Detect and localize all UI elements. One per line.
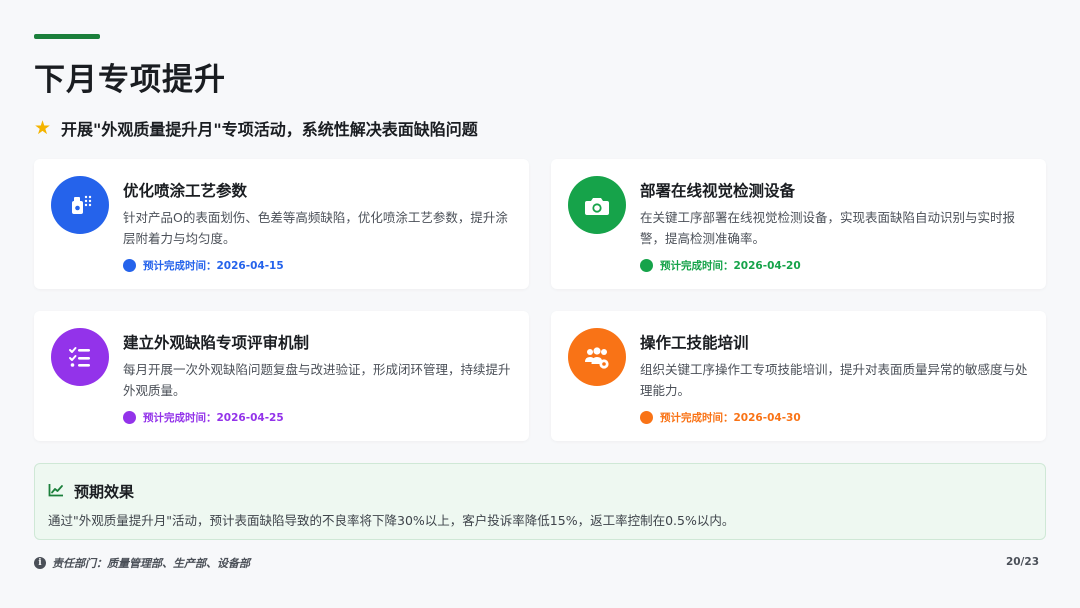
due-date: 预计完成时间：2026-04-25 [123,410,284,424]
chart-line-icon [48,482,64,501]
status-dot [123,258,136,272]
responsible-departments-text: 责任部门：质量管理部、生产部、设备部 [52,557,250,570]
users-gear-icon [568,328,626,386]
action-card-review: 建立外观缺陷专项评审机制 每月开展一次外观缺陷问题复盘与改进验证，形成闭环管理，… [34,311,529,441]
status-dot [640,258,653,272]
card-description: 组织关键工序操作工专项技能培训，提升对表面质量异常的敏感度与处理能力。 [640,362,1028,398]
subtitle-row: ★ 开展"外观质量提升月"专项活动，系统性解决表面缺陷问题 [34,116,478,140]
due-date-label: 预计完成时间：2026-04-25 [143,411,284,424]
status-dot [640,410,653,424]
card-title: 优化喷涂工艺参数 [123,182,248,200]
card-description: 针对产品O的表面划伤、色差等高频缺陷，优化喷涂工艺参数，提升涂层附着力与均匀度。 [123,210,508,246]
expected-effect-panel: 预期效果 通过"外观质量提升月"活动，预计表面缺陷导致的不良率将下降30%以上，… [34,463,1046,540]
action-card-spray: 优化喷涂工艺参数 针对产品O的表面划伤、色差等高频缺陷，优化喷涂工艺参数，提升涂… [34,159,529,289]
page-title: 下月专项提升 [34,62,226,98]
card-title: 建立外观缺陷专项评审机制 [123,334,310,352]
responsible-departments: i 责任部门：质量管理部、生产部、设备部 [34,555,250,571]
spray-gun-icon [51,176,109,234]
card-description: 在关键工序部署在线视觉检测设备，实现表面缺陷自动识别与实时报警，提高检测准确率。 [640,210,1016,246]
card-title: 操作工技能培训 [640,334,749,352]
due-date: 预计完成时间：2026-04-15 [123,258,284,272]
action-card-vision: 部署在线视觉检测设备 在关键工序部署在线视觉检测设备，实现表面缺陷自动识别与实时… [551,159,1046,289]
page-number: 20/23 [1005,556,1039,568]
expected-effect-text: 通过"外观质量提升月"活动，预计表面缺陷导致的不良率将下降30%以上，客户投诉率… [48,513,735,528]
action-card-training: 操作工技能培训 组织关键工序操作工专项技能培训，提升对表面质量异常的敏感度与处理… [551,311,1046,441]
card-description: 每月开展一次外观缺陷问题复盘与改进验证，形成闭环管理，持续提升外观质量。 [123,362,511,398]
expected-effect-header: 预期效果 [48,481,134,501]
due-date: 预计完成时间：2026-04-20 [640,258,801,272]
due-date-label: 预计完成时间：2026-04-30 [660,411,801,424]
title-accent-bar [34,34,100,39]
due-date: 预计完成时间：2026-04-30 [640,410,801,424]
status-dot [123,410,136,424]
due-date-label: 预计完成时间：2026-04-15 [143,259,284,272]
camera-icon [568,176,626,234]
star-icon: ★ [34,116,52,139]
due-date-label: 预计完成时间：2026-04-20 [660,259,801,272]
card-title: 部署在线视觉检测设备 [640,182,796,200]
expected-effect-title: 预期效果 [74,482,135,501]
info-icon: i [34,557,46,569]
subtitle-text: 开展"外观质量提升月"专项活动，系统性解决表面缺陷问题 [61,120,478,139]
checklist-icon [51,328,109,386]
